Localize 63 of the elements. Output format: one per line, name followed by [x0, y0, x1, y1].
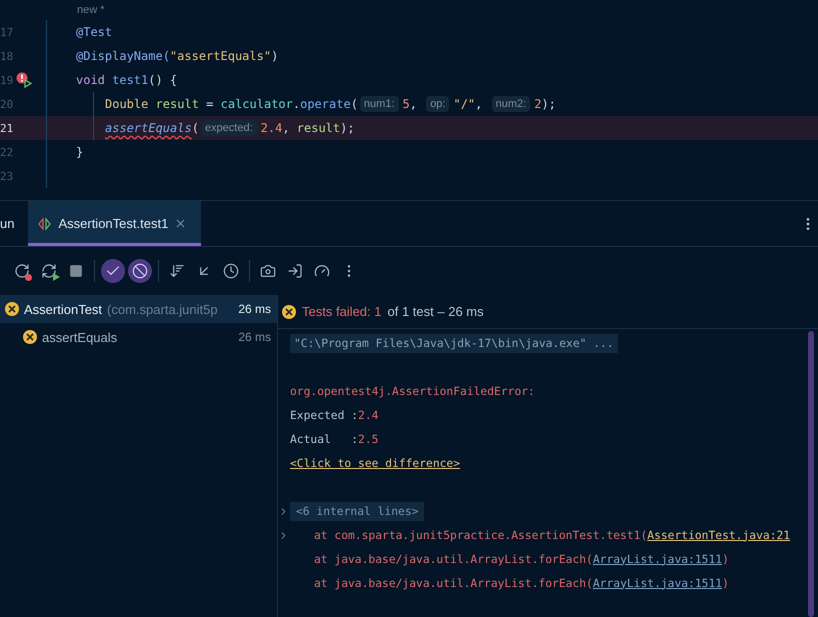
check-icon[interactable] — [101, 259, 125, 283]
source-link[interactable]: ArrayList.java:1511 — [592, 576, 722, 590]
code-token: , — [475, 97, 484, 111]
stack-trace-line: at java.base/java.util.ArrayList.forEach(ArrayList.java:1511) — [313, 576, 729, 590]
scrollbar[interactable] — [808, 331, 814, 617]
parameter-hint: num2: — [492, 96, 530, 112]
parameter-hint: expected: — [200, 120, 257, 136]
code-token: 2.4 — [260, 121, 282, 135]
code-token: 5 — [402, 97, 410, 111]
code-token: = — [205, 97, 214, 111]
code-token: "/" — [453, 97, 476, 111]
code-token: . — [292, 97, 300, 111]
code-token: assertEquals — [105, 121, 192, 135]
code-token: calculator — [220, 97, 293, 111]
run-config-icon — [38, 218, 52, 230]
parameter-hint: num1: — [360, 96, 398, 112]
code-token: test1 — [112, 73, 148, 87]
code-token: "assertEquals" — [170, 49, 272, 63]
console-error: org.opentest4j.AssertionFailedError: — [290, 384, 535, 398]
code-token: @DisplayName( — [76, 49, 170, 63]
source-link[interactable]: ArrayList.java:1511 — [592, 552, 722, 566]
console-value-line: Actual :2.5 — [290, 432, 378, 446]
code-token: ); — [541, 97, 556, 111]
code-token: operate — [300, 97, 351, 111]
stack-trace-line: at java.base/java.util.ArrayList.forEach(ArrayList.java:1511) — [313, 552, 729, 566]
console-value-line: Expected :2.4 — [290, 408, 378, 422]
code-token: @Test — [76, 25, 112, 39]
code-token: () { — [148, 73, 178, 87]
code-token: ) — [271, 49, 278, 63]
ban-icon[interactable] — [128, 259, 152, 283]
code-token: , — [410, 97, 418, 111]
source-link[interactable]: AssertionTest.java:21 — [647, 528, 790, 542]
code-token: 2 — [534, 97, 542, 111]
test-tree-row[interactable]: AssertionTest (com.sparta.junit5p 26 ms — [0, 295, 277, 323]
code-token: } — [76, 145, 84, 159]
tool-tab[interactable]: AssertionTest.test1 — [28, 201, 202, 246]
code-token: ( — [192, 121, 199, 135]
stack-trace-line: at com.sparta.junit5practice.AssertionTest.test1(AssertionTest.java:21 — [313, 528, 790, 542]
parameter-hint: op: — [426, 96, 450, 112]
tests-failed-label: Tests failed: 1 — [302, 304, 382, 319]
line-number: 21 — [0, 122, 14, 134]
console-command: "C:\Program Files\Java\jdk-17\bin\java.exe" ... — [290, 334, 618, 352]
line-number: 20 — [0, 98, 14, 110]
line-number: 19 — [0, 74, 14, 86]
line-number: 17 — [0, 26, 14, 38]
code-token: void — [76, 73, 106, 87]
line-number: 23 — [0, 170, 14, 182]
failed-run-icon[interactable] — [16, 72, 32, 88]
code-token: result — [296, 121, 340, 135]
folded-lines[interactable]: <6 internal lines> — [290, 502, 424, 520]
tests-summary-text: of 1 test – 26 ms — [388, 304, 484, 319]
code-token: Double — [105, 97, 150, 111]
line-number: 18 — [0, 50, 14, 62]
code-token: ( — [350, 97, 358, 111]
code-token: result — [156, 97, 199, 111]
code-token: , — [282, 121, 291, 135]
code-token: ); — [340, 121, 355, 135]
code-hint: new * — [77, 4, 105, 16]
close-icon[interactable] — [174, 217, 188, 230]
tool-tab[interactable]: un — [0, 201, 28, 246]
line-number: 22 — [0, 146, 14, 158]
test-tree-row[interactable]: assertEquals 26 ms — [0, 323, 277, 351]
difference-link[interactable]: <Click to see difference> — [290, 456, 460, 470]
